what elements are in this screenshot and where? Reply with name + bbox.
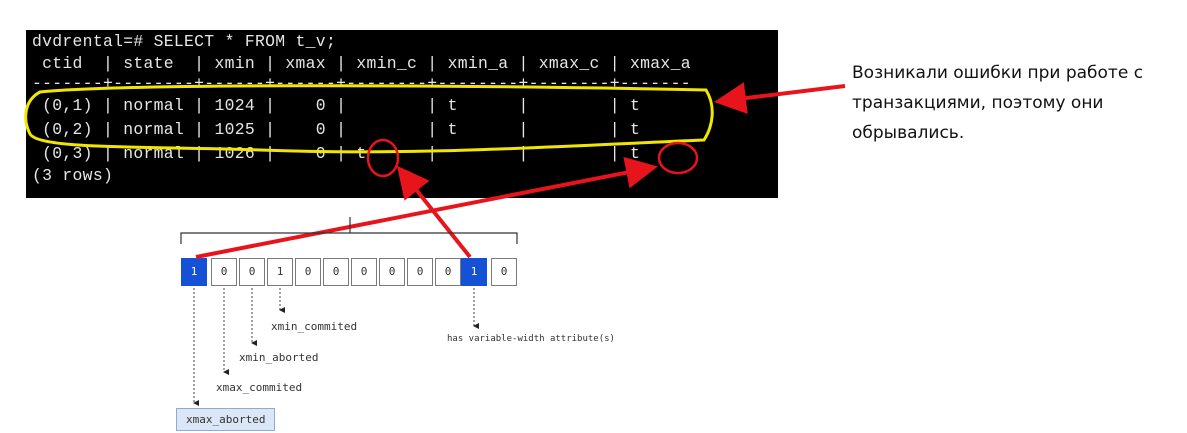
annotation-overlay [24, 82, 846, 406]
bitfield-bracket [180, 217, 518, 244]
arrow-bit0-to-xmax-a [195, 156, 658, 259]
red-circle-xmax-a [657, 141, 699, 175]
arrow-note-to-highlight [714, 82, 846, 114]
yellow-highlight-outline [24, 84, 714, 154]
red-circle-xmin-c [366, 138, 400, 178]
